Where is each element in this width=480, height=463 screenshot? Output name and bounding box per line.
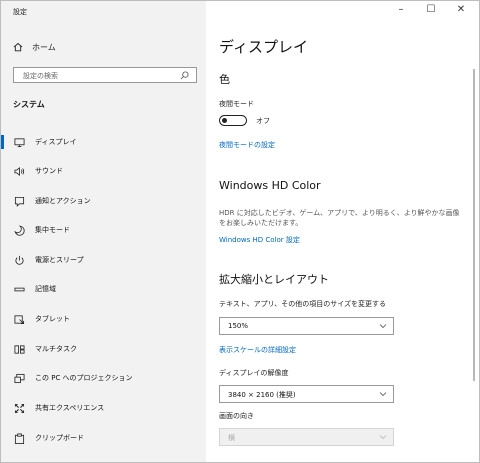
hd-color-description: HDR に対応したビデオ、ゲーム、アプリで、より明るく、より鮮やかな画像 をお楽… <box>219 208 464 228</box>
sidebar-item-notifications[interactable]: 通知とアクション <box>1 191 206 211</box>
settings-window: 設定 ホーム 設定の検索 システム ディスプレイ サウンド 通知とアクション 集… <box>0 0 480 463</box>
main-content: – ☐ ✕ ディスプレイ 色 夜間モード オフ 夜間モードの設定 Windows… <box>206 1 479 462</box>
night-light-settings-link[interactable]: 夜間モードの設定 <box>219 140 275 150</box>
resolution-value: 3840 × 2160 (推奨) <box>228 391 296 399</box>
chevron-down-icon <box>379 324 387 329</box>
sidebar-item-projection[interactable]: この PC へのプロジェクション <box>1 368 206 388</box>
sidebar-item-label: 記憶域 <box>35 285 56 293</box>
sidebar-item-shared-experiences[interactable]: 共有エクスペリエンス <box>1 398 206 418</box>
sidebar-item-storage[interactable]: 記憶域 <box>1 279 206 299</box>
sidebar-item-clipboard[interactable]: クリップボード <box>1 428 206 448</box>
app-title: 設定 <box>13 8 27 16</box>
hd-color-settings-link[interactable]: Windows HD Color 設定 <box>219 235 300 245</box>
scale-layout-heading: 拡大縮小とレイアウト <box>219 273 329 286</box>
scrollbar[interactable] <box>473 69 475 381</box>
search-icon <box>180 71 189 80</box>
maximize-button[interactable]: ☐ <box>425 3 437 15</box>
toggle-knob <box>222 117 227 123</box>
monitor-icon <box>13 136 25 148</box>
scale-value: 150% <box>228 322 249 330</box>
sidebar-item-sound[interactable]: サウンド <box>1 161 206 181</box>
scale-dropdown[interactable]: 150% <box>219 317 394 335</box>
clipboard-icon <box>13 432 25 444</box>
sidebar: 設定 ホーム 設定の検索 システム ディスプレイ サウンド 通知とアクション 集… <box>1 1 206 462</box>
orientation-value: 横 <box>228 434 235 442</box>
search-placeholder: 設定の検索 <box>23 72 58 80</box>
multitask-icon <box>13 343 25 355</box>
hd-color-desc-line: をお楽しみいただけます。 <box>219 219 303 227</box>
orientation-label: 画面の向き <box>219 412 254 420</box>
page-title: ディスプレイ <box>219 38 308 56</box>
close-button[interactable]: ✕ <box>455 3 467 15</box>
section-title: システム <box>13 100 45 109</box>
sidebar-item-label: サウンド <box>35 167 63 175</box>
active-indicator <box>1 135 4 149</box>
sidebar-item-power-sleep[interactable]: 電源とスリープ <box>1 250 206 270</box>
sidebar-item-label: タブレット <box>35 315 70 323</box>
resolution-dropdown[interactable]: 3840 × 2160 (推奨) <box>219 385 394 403</box>
shared-experience-icon <box>13 402 25 414</box>
sidebar-item-label: この PC へのプロジェクション <box>35 374 133 382</box>
orientation-dropdown[interactable]: 横 <box>219 428 394 446</box>
night-light-label: 夜間モード <box>219 100 254 108</box>
toggle-state-label: オフ <box>256 116 270 125</box>
scale-label: テキスト、アプリ、その他の項目のサイズを変更する <box>219 300 387 308</box>
hd-color-heading: Windows HD Color <box>219 179 321 192</box>
minimize-button[interactable]: – <box>395 3 407 15</box>
notification-icon <box>13 195 25 207</box>
sidebar-item-label: 通知とアクション <box>35 197 91 205</box>
sidebar-item-label: 共有エクスペリエンス <box>35 404 105 412</box>
moon-icon <box>13 224 25 236</box>
search-input[interactable]: 設定の検索 <box>13 67 197 83</box>
sidebar-item-display[interactable]: ディスプレイ <box>1 132 206 152</box>
chevron-down-icon <box>379 435 387 440</box>
toggle-track <box>219 115 247 126</box>
sidebar-item-label: クリップボード <box>35 434 84 442</box>
color-heading: 色 <box>219 73 230 86</box>
sidebar-item-tablet[interactable]: タブレット <box>1 309 206 329</box>
sidebar-item-label: 電源とスリープ <box>35 256 84 264</box>
sidebar-item-label: ディスプレイ <box>35 138 77 146</box>
home-label: ホーム <box>32 42 56 52</box>
speaker-icon <box>13 165 25 177</box>
projection-icon <box>13 372 25 384</box>
chevron-down-icon <box>379 392 387 397</box>
home-icon <box>13 42 23 52</box>
night-light-toggle[interactable]: オフ <box>219 115 270 126</box>
sidebar-item-multitasking[interactable]: マルチタスク <box>1 339 206 359</box>
power-icon <box>13 254 25 266</box>
hd-color-desc-line: HDR に対応したビデオ、ゲーム、アプリで、より明るく、より鮮やかな画像 <box>219 209 460 217</box>
resolution-label: ディスプレイの解像度 <box>219 369 289 377</box>
storage-icon <box>13 283 25 295</box>
sidebar-item-focus-assist[interactable]: 集中モード <box>1 220 206 240</box>
tablet-icon <box>13 313 25 325</box>
home-nav-item[interactable]: ホーム <box>13 40 56 54</box>
advanced-scaling-link[interactable]: 表示スケールの詳細設定 <box>219 345 296 355</box>
sidebar-item-label: 集中モード <box>35 226 70 234</box>
sidebar-item-label: マルチタスク <box>35 345 77 353</box>
window-controls: – ☐ ✕ <box>395 3 467 15</box>
